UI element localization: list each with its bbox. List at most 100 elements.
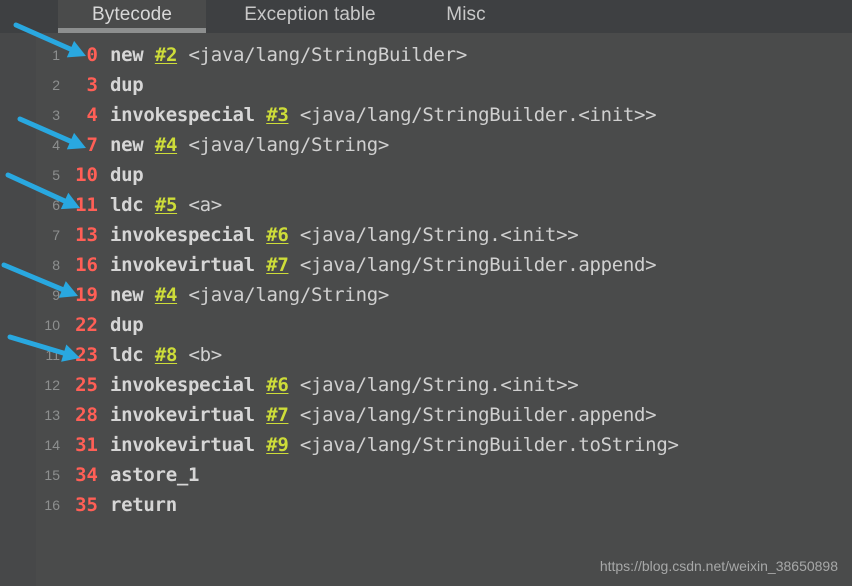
instruction-text: dup: [110, 70, 144, 100]
line-number: 12: [44, 377, 60, 393]
instruction-mnemonic: invokevirtual: [110, 404, 255, 426]
tab-exception-table[interactable]: Exception table: [222, 0, 398, 33]
constant-pool-ref[interactable]: #9: [266, 434, 289, 456]
instruction-text: astore_1: [110, 460, 199, 490]
instruction-text: new #4 <java/lang/String>: [110, 280, 389, 310]
code-line[interactable]: 1 0 new #2 <java/lang/StringBuilder>: [0, 40, 852, 70]
line-number: 15: [44, 467, 60, 483]
bytecode-offset: 31: [75, 434, 98, 456]
type-descriptor: <java/lang/StringBuilder.toString>: [299, 434, 679, 456]
code-line[interactable]: 6 11 ldc #5 <a>: [0, 190, 852, 220]
type-descriptor: <java/lang/StringBuilder.append>: [299, 254, 657, 276]
bytecode-offset: 16: [75, 254, 98, 276]
line-number: 4: [52, 137, 60, 153]
instruction-mnemonic: dup: [110, 164, 144, 186]
line-number: 16: [44, 497, 60, 513]
line-number: 14: [44, 437, 60, 453]
code-line[interactable]: 16 35 return: [0, 490, 852, 520]
type-descriptor: <java/lang/StringBuilder>: [188, 44, 467, 66]
constant-pool-ref[interactable]: #5: [155, 194, 178, 216]
instruction-mnemonic: invokespecial: [110, 224, 255, 246]
instruction-mnemonic: new: [110, 44, 144, 66]
bytecode-offset: 35: [75, 494, 98, 516]
constant-pool-ref[interactable]: #7: [266, 404, 289, 426]
instruction-mnemonic: astore_1: [110, 464, 200, 486]
bytecode-offset: 4: [86, 104, 98, 126]
code-lines-container: 1 0 new #2 <java/lang/StringBuilder> 2 3 dup 3 4 i…: [0, 40, 852, 520]
line-number: 9: [52, 287, 60, 303]
instruction-mnemonic: invokevirtual: [110, 434, 255, 456]
constant-pool-ref[interactable]: #4: [155, 284, 178, 306]
code-line[interactable]: 8 16 invokevirtual #7 <java/lang/StringBuild…: [0, 250, 852, 280]
type-descriptor: <java/lang/String.<init>>: [299, 374, 579, 396]
line-number: 3: [52, 107, 60, 123]
bytecode-viewer-window: Bytecode Exception table Misc 1 0 new #2 <ja…: [0, 0, 852, 586]
bytecode-offset: 13: [75, 224, 98, 246]
code-line[interactable]: 11 23 ldc #8 <b>: [0, 340, 852, 370]
line-number: 8: [52, 257, 60, 273]
line-number: 11: [45, 347, 60, 363]
bytecode-offset: 25: [75, 374, 98, 396]
code-line[interactable]: 5 10 dup: [0, 160, 852, 190]
type-descriptor: <java/lang/String>: [188, 134, 389, 156]
instruction-mnemonic: ldc: [110, 194, 144, 216]
code-line[interactable]: 15 34 astore_1: [0, 460, 852, 490]
line-number: 10: [44, 317, 60, 333]
bytecode-offset: 22: [75, 314, 98, 336]
type-descriptor: <b>: [188, 344, 222, 366]
bytecode-offset: 34: [75, 464, 98, 486]
code-line[interactable]: 2 3 dup: [0, 70, 852, 100]
constant-pool-ref[interactable]: #6: [266, 374, 289, 396]
instruction-text: invokespecial #6 <java/lang/String.<init>>: [110, 220, 579, 250]
instruction-mnemonic: invokespecial: [110, 374, 255, 396]
type-descriptor: <java/lang/StringBuilder.append>: [299, 404, 657, 426]
instruction-text: invokevirtual #7 <java/lang/StringBuilder.…: [110, 400, 657, 430]
constant-pool-ref[interactable]: #7: [266, 254, 289, 276]
code-line[interactable]: 13 28 invokevirtual #7 <java/lang/StringBuil…: [0, 400, 852, 430]
bytecode-offset: 3: [86, 74, 98, 96]
bytecode-listing[interactable]: 1 0 new #2 <java/lang/StringBuilder> 2 3 dup 3 4 i…: [0, 33, 852, 586]
type-descriptor: <java/lang/String>: [188, 284, 389, 306]
tab-misc[interactable]: Misc: [428, 0, 504, 33]
instruction-text: dup: [110, 160, 144, 190]
code-line[interactable]: 14 31 invokevirtual #9 <java/lang/StringBuil…: [0, 430, 852, 460]
instruction-text: return: [110, 490, 177, 520]
bytecode-offset: 0: [86, 44, 98, 66]
bytecode-offset: 28: [75, 404, 98, 426]
constant-pool-ref[interactable]: #2: [155, 44, 178, 66]
line-number: 1: [52, 47, 60, 63]
instruction-text: invokevirtual #9 <java/lang/StringBuilder.…: [110, 430, 679, 460]
bytecode-offset: 23: [75, 344, 98, 366]
instruction-mnemonic: new: [110, 284, 144, 306]
instruction-text: dup: [110, 310, 144, 340]
instruction-text: ldc #8 <b>: [110, 340, 222, 370]
code-line[interactable]: 7 13 invokespecial #6 <java/lang/String.<ini…: [0, 220, 852, 250]
type-descriptor: <java/lang/String.<init>>: [299, 224, 579, 246]
code-line[interactable]: 4 7 new #4 <java/lang/String>: [0, 130, 852, 160]
line-number: 5: [52, 167, 60, 183]
bytecode-offset: 7: [86, 134, 98, 156]
instruction-mnemonic: new: [110, 134, 144, 156]
instruction-mnemonic: invokevirtual: [110, 254, 255, 276]
code-line[interactable]: 10 22 dup: [0, 310, 852, 340]
constant-pool-ref[interactable]: #8: [155, 344, 178, 366]
bytecode-offset: 11: [75, 194, 98, 216]
instruction-mnemonic: dup: [110, 74, 144, 96]
code-line[interactable]: 12 25 invokespecial #6 <java/lang/String.<in…: [0, 370, 852, 400]
constant-pool-ref[interactable]: #3: [266, 104, 289, 126]
constant-pool-ref[interactable]: #6: [266, 224, 289, 246]
instruction-text: new #2 <java/lang/StringBuilder>: [110, 40, 467, 70]
instruction-text: invokevirtual #7 <java/lang/StringBuilder.…: [110, 250, 657, 280]
bytecode-offset: 10: [75, 164, 98, 186]
instruction-text: ldc #5 <a>: [110, 190, 222, 220]
code-line[interactable]: 9 19 new #4 <java/lang/String>: [0, 280, 852, 310]
constant-pool-ref[interactable]: #4: [155, 134, 178, 156]
watermark-url: https://blog.csdn.net/weixin_38650898: [599, 558, 838, 574]
instruction-mnemonic: dup: [110, 314, 144, 336]
instruction-text: invokespecial #3 <java/lang/StringBuilder.…: [110, 100, 657, 130]
line-number: 2: [52, 77, 60, 93]
code-line[interactable]: 3 4 invokespecial #3 <java/lang/StringBuilde…: [0, 100, 852, 130]
bytecode-offset: 19: [75, 284, 98, 306]
type-descriptor: <java/lang/StringBuilder.<init>>: [299, 104, 657, 126]
instruction-mnemonic: invokespecial: [110, 104, 255, 126]
